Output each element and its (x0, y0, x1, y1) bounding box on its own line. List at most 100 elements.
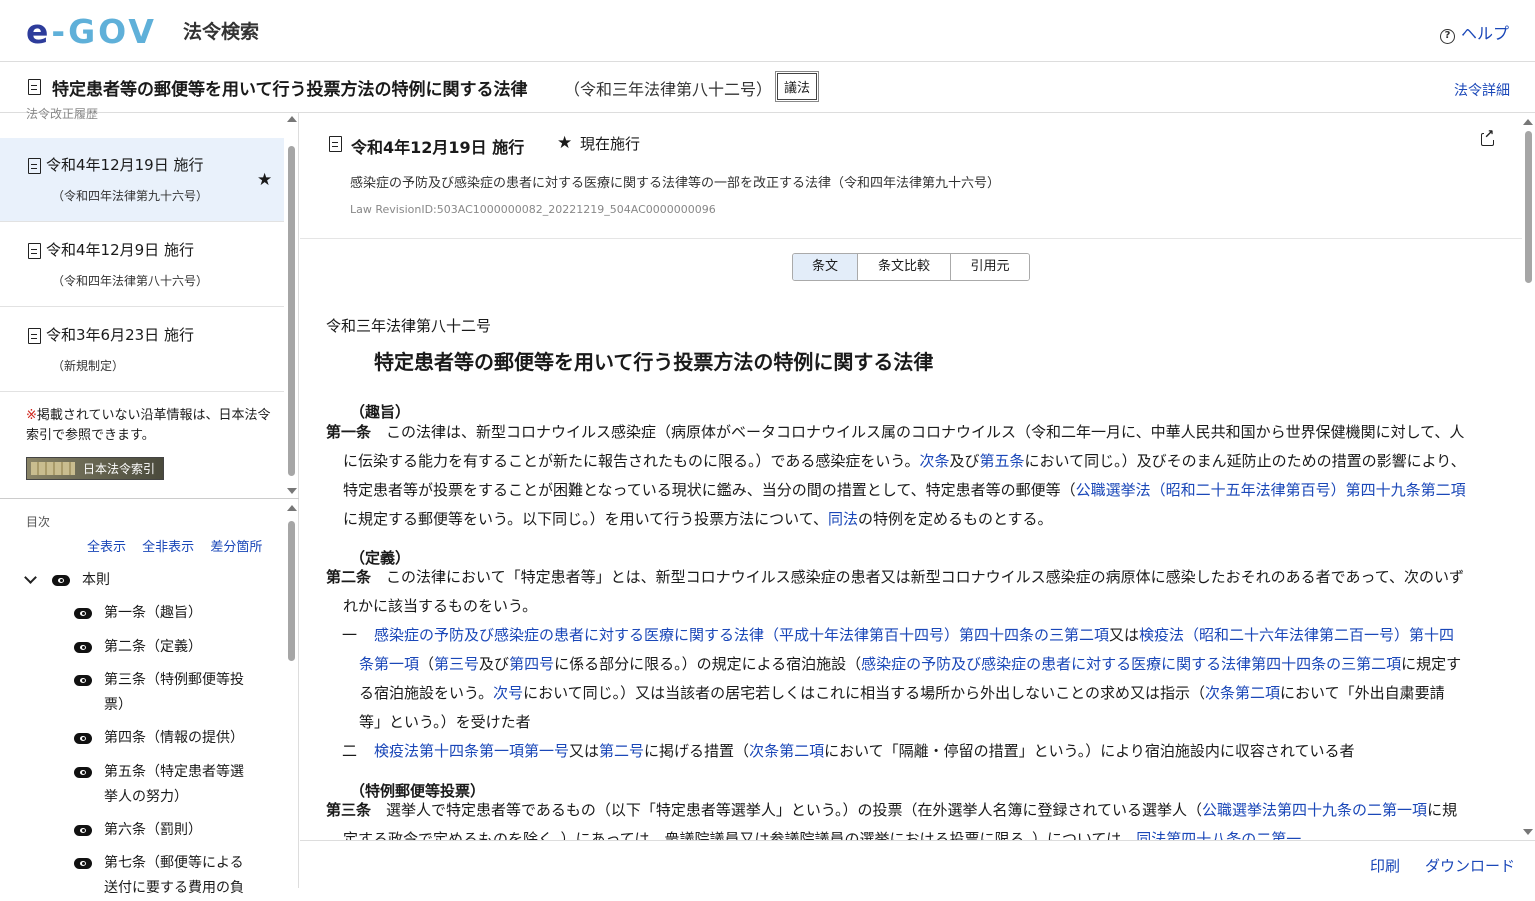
eye-icon[interactable] (52, 575, 70, 586)
ref-link[interactable]: 次条第二項 (749, 742, 824, 760)
help-icon: ? (1439, 29, 1455, 44)
toc-item[interactable]: 第二条（定義） (104, 635, 202, 660)
toc-controls: 全表示 全非表示 差分箇所 (87, 536, 274, 555)
scrollbar-thumb[interactable] (288, 521, 295, 661)
print-link[interactable]: 印刷 (1370, 855, 1400, 876)
law-number: （令和三年法律第八十二号） (564, 80, 773, 99)
ref-link[interactable]: 第四号 (509, 655, 554, 673)
eye-icon[interactable] (74, 675, 92, 686)
revision-status: 現在施行 (580, 135, 641, 153)
ref-link[interactable]: 感染症の予防及び感染症の患者に対する医療に関する法律第四十四条の三第二項 (861, 655, 1401, 673)
article-3: 第三条 選挙人で特定患者等であるもの（以下「特定患者等選挙人」という。）の投票（… (326, 796, 1466, 840)
revision-scrollbar[interactable] (286, 113, 298, 498)
revision-history-label: 法令改正履歴 (26, 107, 99, 121)
document-icon (329, 136, 342, 152)
article-2: 第二条 この法律において「特定患者等」とは、新型コロナウイルス感染症の患者又は新… (326, 568, 1464, 615)
scroll-up-arrow-icon[interactable] (287, 116, 297, 122)
tab-compare[interactable]: 条文比較 (858, 254, 951, 280)
law-title-body: 特定患者等の郵便等を用いて行う投票方法の特例に関する法律 (374, 350, 934, 374)
eye-icon[interactable] (74, 642, 92, 653)
toc-item[interactable]: 第四条（情報の提供） (104, 726, 244, 751)
star-icon: ★ (557, 133, 573, 153)
site-header: e-GOV 法令検索 ? ヘルプ (0, 0, 1535, 62)
ref-link[interactable]: 公職選挙法第四十九条の二第一項 (1202, 801, 1427, 819)
ref-link[interactable]: 検疫法第十四条第一項第一号 (374, 742, 569, 760)
download-link[interactable]: ダウンロード (1425, 855, 1515, 876)
revision-id: Law RevisionID:503AC1000000082_20221219_… (350, 203, 716, 216)
ref-link[interactable]: 感染症の予防及び感染症の患者に対する医療に関する法律（平成十年法律第百十四号）第… (374, 626, 1109, 644)
ref-link[interactable]: 第三号 (434, 655, 479, 673)
egov-logo[interactable]: e-GOV (26, 12, 157, 51)
current-star-icon: ★ (257, 170, 273, 190)
divider (300, 238, 1522, 239)
toc-item[interactable]: 第六条（罰則） (104, 818, 202, 843)
revision-date: 令和4年12月9日 施行 (46, 241, 194, 259)
ref-link[interactable]: 次号 (493, 684, 523, 702)
eye-icon[interactable] (74, 825, 92, 836)
article-2-item-2: 二検疫法第十四条第一項第一号又は第二号に掲げる措置（次条第二項において「隔離・停… (342, 742, 1355, 760)
revision-header-date: 令和4年12月19日 施行 (351, 138, 525, 157)
ref-link[interactable]: 次条 (919, 452, 949, 470)
law-number-body: 令和三年法律第八十二号 (326, 317, 492, 335)
law-type-badge: 議法 (774, 71, 820, 102)
revision-law: （令和四年法律第八十六号） (52, 274, 209, 288)
revision-note: ※掲載されていない沿革情報は、日本法令索引で参照できます。 (26, 408, 271, 443)
scrollbar-thumb[interactable] (288, 146, 295, 476)
tab-articles[interactable]: 条文 (793, 254, 858, 280)
divider (0, 498, 299, 499)
toc-root[interactable]: 本則 (82, 568, 110, 593)
sidebar: 法令改正履歴 令和4年12月19日 施行 （令和四年法律第九十六号） ★ 令和4… (0, 107, 299, 896)
law-content: 令和4年12月19日 施行 ★ 現在施行 感染症の予防及び感染症の患者に対する医… (300, 113, 1522, 840)
revision-law: （新規制定） (52, 359, 125, 373)
external-link-icon[interactable] (1481, 128, 1495, 146)
ref-link[interactable]: 次条第二項 (1205, 684, 1280, 702)
toc-show-all[interactable]: 全表示 (87, 540, 126, 555)
article-2-item-1: 一感染症の予防及び感染症の患者に対する医療に関する法律（平成十年法律第百十四号）… (342, 626, 1462, 731)
ref-link[interactable]: 第二号 (599, 742, 644, 760)
revision-date: 令和4年12月19日 施行 (46, 156, 204, 174)
revision-date: 令和3年6月23日 施行 (46, 326, 194, 344)
app-name: 法令検索 (183, 21, 260, 43)
view-tabs: 条文 条文比較 引用元 (792, 253, 1030, 281)
help-link[interactable]: ? ヘルプ (1439, 20, 1509, 44)
eye-icon[interactable] (74, 733, 92, 744)
content-scrollbar[interactable] (1522, 113, 1535, 840)
document-icon (28, 79, 41, 95)
law-title-bar: 特定患者等の郵便等を用いて行う投票方法の特例に関する法律 （令和三年法律第八十二… (0, 63, 1535, 113)
tab-citations[interactable]: 引用元 (951, 254, 1029, 280)
document-icon (28, 243, 41, 259)
eye-icon[interactable] (74, 858, 92, 869)
eye-icon[interactable] (74, 608, 92, 619)
scroll-up-arrow-icon[interactable] (287, 505, 297, 511)
document-icon (28, 328, 41, 344)
ref-link[interactable]: 公職選挙法（昭和二十五年法律第百号）第四十九条第二項 (1076, 481, 1466, 499)
toc-item[interactable]: 第三条（特例郵便等投 票） (104, 668, 244, 718)
bottom-action-bar: 印刷 ダウンロード (300, 840, 1535, 888)
chevron-down-icon[interactable] (24, 571, 37, 584)
revision-item[interactable]: 令和3年6月23日 施行 （新規制定） (0, 308, 284, 392)
scrollbar-thumb[interactable] (1525, 131, 1532, 283)
ref-link[interactable]: 同法第四十八条の二第一 (1136, 830, 1301, 840)
toc-scrollbar[interactable] (286, 503, 298, 888)
revision-item[interactable]: 令和4年12月9日 施行 （令和四年法律第八十六号） (0, 223, 284, 307)
article-1: 第一条 この法律は、新型コロナウイルス感染症（病原体がベータコロナウイルス属のコ… (326, 423, 1466, 528)
revision-law: （令和四年法律第九十六号） (52, 189, 209, 203)
toc-item[interactable]: 第五条（特定患者等選 挙人の努力） (104, 760, 244, 810)
ref-link[interactable]: 同法 (828, 510, 858, 528)
ref-link[interactable]: 第五条 (980, 452, 1025, 470)
eye-icon[interactable] (74, 767, 92, 778)
document-icon (28, 158, 41, 174)
revision-item[interactable]: 令和4年12月19日 施行 （令和四年法律第九十六号） ★ (0, 138, 284, 222)
law-detail-link[interactable]: 法令詳細 (1454, 80, 1510, 100)
toc-label: 目次 (26, 515, 51, 529)
law-title: 特定患者等の郵便等を用いて行う投票方法の特例に関する法律 (52, 80, 528, 100)
scroll-down-arrow-icon[interactable] (1523, 829, 1533, 835)
toc-hide-all[interactable]: 全非表示 (142, 540, 194, 555)
toc-item[interactable]: 第七条（郵便等による 送付に要する費用の負 (104, 851, 244, 901)
scroll-up-arrow-icon[interactable] (1523, 119, 1533, 125)
amending-law: 感染症の予防及び感染症の患者に対する医療に関する法律等の一部を改正する法律（令和… (350, 176, 1001, 191)
toc-diff[interactable]: 差分箇所 (210, 540, 262, 555)
toc-item[interactable]: 第一条（趣旨） (104, 601, 202, 626)
scroll-down-arrow-icon[interactable] (287, 488, 297, 494)
law-index-banner[interactable]: 日本法令索引 (26, 457, 164, 480)
